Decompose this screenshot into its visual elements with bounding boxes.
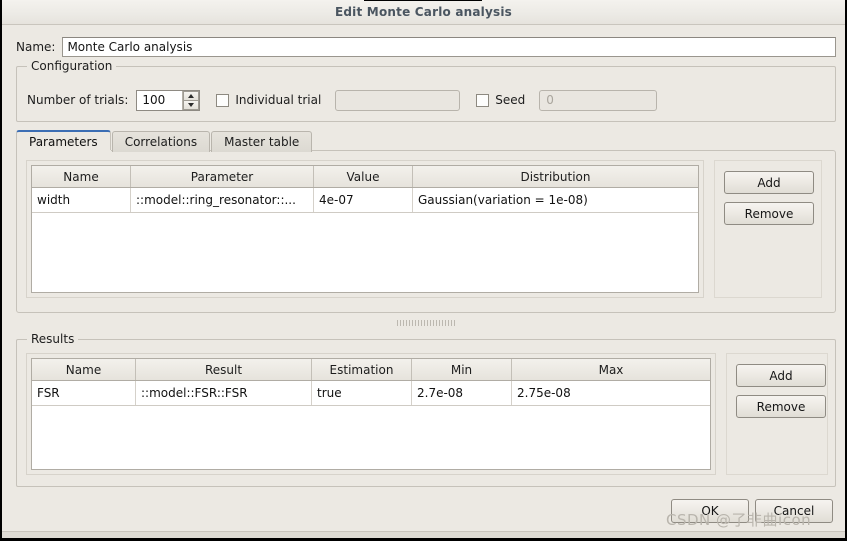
ok-button[interactable]: OK [671, 499, 749, 523]
name-label: Name: [16, 40, 56, 54]
configuration-row: Number of trials: 100 Individual trial S… [27, 89, 658, 111]
seed-label: Seed [495, 93, 526, 107]
edit-monte-carlo-dialog: Edit Monte Carlo analysis Name: Monte Ca… [0, 0, 847, 541]
seed-checkbox-wrap[interactable]: Seed [476, 93, 525, 107]
tab-parameters[interactable]: Parameters [16, 130, 111, 152]
table-row[interactable]: width ::model::ring_resonator::... 4e-07… [32, 188, 698, 213]
results-cell-result: ::model::FSR::FSR [136, 381, 312, 405]
parameters-table[interactable]: Name Parameter Value Distribution width … [31, 165, 699, 293]
tab-parameters-label: Parameters [29, 134, 98, 149]
tab-master-table-label: Master table [224, 135, 300, 149]
stepper-buttons [182, 90, 200, 110]
results-cell-estimation: true [312, 381, 412, 405]
results-group: Results Name Result Estimation Min Max F… [16, 332, 836, 487]
results-buttons-panel: Add Remove [726, 353, 828, 475]
configuration-group: Configuration Number of trials: 100 Indi… [16, 59, 836, 122]
parameters-cell-name: width [32, 188, 131, 212]
parameters-col-distribution[interactable]: Distribution [413, 166, 698, 187]
results-col-max[interactable]: Max [512, 359, 710, 380]
results-col-estimation[interactable]: Estimation [312, 359, 412, 380]
parameters-cell-parameter: ::model::ring_resonator::... [131, 188, 314, 212]
triangle-down-icon [188, 102, 195, 107]
individual-trial-checkbox-wrap[interactable]: Individual trial [216, 93, 321, 107]
number-of-trials-stepper[interactable]: 100 [136, 89, 201, 111]
splitter-grip-icon [397, 319, 455, 326]
results-col-name[interactable]: Name [32, 359, 136, 380]
parameters-table-header: Name Parameter Value Distribution [32, 166, 698, 188]
results-remove-button[interactable]: Remove [736, 395, 826, 418]
results-table[interactable]: Name Result Estimation Min Max FSR ::mod… [31, 358, 711, 470]
results-cell-min: 2.7e-08 [412, 381, 512, 405]
parameters-cell-value: 4e-07 [314, 188, 413, 212]
results-cell-name: FSR [32, 381, 136, 405]
table-row[interactable]: FSR ::model::FSR::FSR true 2.7e-08 2.75e… [32, 381, 710, 406]
parameters-cell-distribution: Gaussian(variation = 1e-08) [418, 193, 588, 207]
tab-master-table[interactable]: Master table [211, 131, 313, 152]
results-table-header: Name Result Estimation Min Max [32, 359, 710, 381]
number-of-trials-label: Number of trials: [27, 93, 129, 107]
results-group-title: Results [27, 332, 79, 346]
active-tab-seam [18, 150, 111, 152]
parameters-col-parameter[interactable]: Parameter [131, 166, 314, 187]
results-cell-max: 2.75e-08 [517, 386, 571, 400]
name-input[interactable]: Monte Carlo analysis [62, 37, 836, 57]
parameters-buttons-panel: Add Remove [714, 160, 822, 298]
seed-checkbox[interactable] [476, 93, 490, 107]
name-row: Name: Monte Carlo analysis [16, 36, 836, 58]
results-col-min[interactable]: Min [412, 359, 512, 380]
individual-trial-checkbox[interactable] [216, 93, 230, 107]
parameters-add-button[interactable]: Add [724, 171, 814, 194]
parameters-tab-panel: Name Parameter Value Distribution width … [16, 150, 836, 313]
seed-input[interactable]: 0 [539, 89, 658, 111]
parameters-remove-button[interactable]: Remove [724, 202, 814, 225]
window-titlebar: Edit Monte Carlo analysis [2, 0, 845, 25]
individual-trial-label: Individual trial [235, 93, 322, 107]
individual-trial-input[interactable] [335, 89, 461, 111]
parameters-col-name[interactable]: Name [32, 166, 131, 187]
cancel-button[interactable]: Cancel [755, 499, 833, 523]
status-strip [2, 531, 845, 538]
panel-splitter[interactable] [16, 318, 836, 327]
stepper-increment-button[interactable] [183, 90, 200, 100]
tab-correlations-label: Correlations [124, 135, 198, 149]
tab-correlations[interactable]: Correlations [111, 131, 211, 152]
triangle-up-icon [188, 93, 195, 98]
window-title: Edit Monte Carlo analysis [334, 5, 513, 19]
results-col-result[interactable]: Result [136, 359, 312, 380]
parameters-col-value[interactable]: Value [314, 166, 413, 187]
results-add-button[interactable]: Add [736, 364, 826, 387]
stepper-decrement-button[interactable] [183, 99, 200, 110]
configuration-group-title: Configuration [27, 59, 117, 73]
tab-strip: Parameters Correlations Master table [16, 130, 313, 152]
number-of-trials-value: 100 [142, 93, 166, 107]
titlebar-notch [364, 0, 482, 1]
